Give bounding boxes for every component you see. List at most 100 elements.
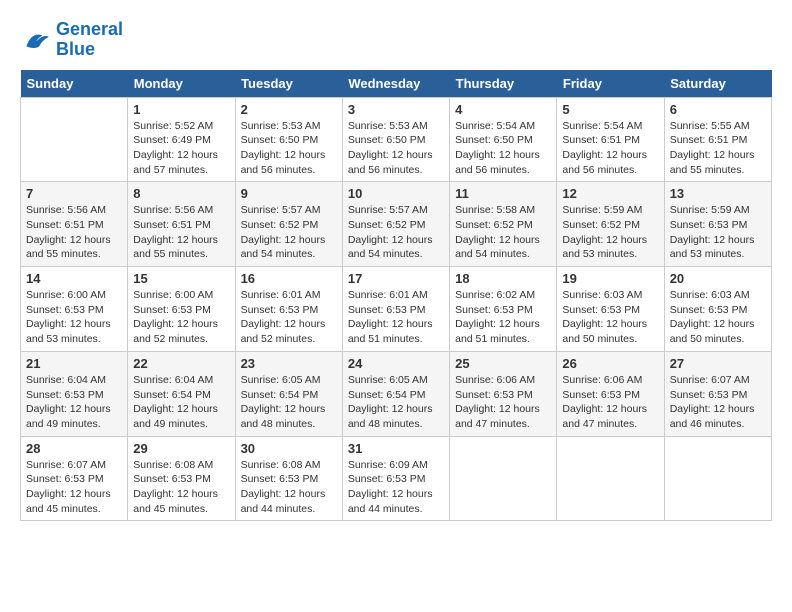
calendar-cell: 15 Sunrise: 6:00 AMSunset: 6:53 PMDayligh… xyxy=(128,267,235,352)
day-info: Sunrise: 6:02 AMSunset: 6:53 PMDaylight:… xyxy=(455,288,551,347)
day-header-sunday: Sunday xyxy=(21,70,128,98)
day-number: 15 xyxy=(133,271,229,286)
day-info: Sunrise: 6:07 AMSunset: 6:53 PMDaylight:… xyxy=(670,373,766,432)
week-row-3: 14 Sunrise: 6:00 AMSunset: 6:53 PMDayligh… xyxy=(21,267,772,352)
day-number: 2 xyxy=(241,102,337,117)
calendar-cell: 22 Sunrise: 6:04 AMSunset: 6:54 PMDayligh… xyxy=(128,351,235,436)
day-info: Sunrise: 5:54 AMSunset: 6:50 PMDaylight:… xyxy=(455,119,551,178)
calendar-cell: 14 Sunrise: 6:00 AMSunset: 6:53 PMDayligh… xyxy=(21,267,128,352)
calendar-cell: 13 Sunrise: 5:59 AMSunset: 6:53 PMDayligh… xyxy=(664,182,771,267)
day-info: Sunrise: 6:09 AMSunset: 6:53 PMDaylight:… xyxy=(348,458,444,517)
header-row: SundayMondayTuesdayWednesdayThursdayFrid… xyxy=(21,70,772,98)
calendar-table: SundayMondayTuesdayWednesdayThursdayFrid… xyxy=(20,70,772,522)
calendar-cell: 10 Sunrise: 5:57 AMSunset: 6:52 PMDayligh… xyxy=(342,182,449,267)
day-number: 27 xyxy=(670,356,766,371)
calendar-cell: 8 Sunrise: 5:56 AMSunset: 6:51 PMDaylight… xyxy=(128,182,235,267)
day-info: Sunrise: 6:08 AMSunset: 6:53 PMDaylight:… xyxy=(133,458,229,517)
page-header: General Blue xyxy=(20,20,772,60)
day-info: Sunrise: 6:05 AMSunset: 6:54 PMDaylight:… xyxy=(348,373,444,432)
day-number: 7 xyxy=(26,186,122,201)
day-number: 22 xyxy=(133,356,229,371)
week-row-1: 1 Sunrise: 5:52 AMSunset: 6:49 PMDaylight… xyxy=(21,97,772,182)
day-info: Sunrise: 6:00 AMSunset: 6:53 PMDaylight:… xyxy=(133,288,229,347)
logo-text: General Blue xyxy=(56,20,123,60)
day-info: Sunrise: 5:57 AMSunset: 6:52 PMDaylight:… xyxy=(348,203,444,262)
day-number: 25 xyxy=(455,356,551,371)
day-number: 30 xyxy=(241,441,337,456)
day-number: 6 xyxy=(670,102,766,117)
calendar-cell xyxy=(21,97,128,182)
day-header-saturday: Saturday xyxy=(664,70,771,98)
day-info: Sunrise: 5:56 AMSunset: 6:51 PMDaylight:… xyxy=(26,203,122,262)
day-number: 28 xyxy=(26,441,122,456)
day-info: Sunrise: 6:03 AMSunset: 6:53 PMDaylight:… xyxy=(562,288,658,347)
day-number: 17 xyxy=(348,271,444,286)
calendar-cell: 6Sunrise: 5:55 AMSunset: 6:51 PMDaylight… xyxy=(664,97,771,182)
calendar-cell: 2 Sunrise: 5:53 AMSunset: 6:50 PMDaylight… xyxy=(235,97,342,182)
day-info: Sunrise: 6:08 AMSunset: 6:53 PMDaylight:… xyxy=(241,458,337,517)
day-info: Sunrise: 5:59 AMSunset: 6:52 PMDaylight:… xyxy=(562,203,658,262)
day-header-thursday: Thursday xyxy=(450,70,557,98)
day-info: Sunrise: 6:06 AMSunset: 6:53 PMDaylight:… xyxy=(455,373,551,432)
day-number: 10 xyxy=(348,186,444,201)
day-number: 13 xyxy=(670,186,766,201)
day-number: 21 xyxy=(26,356,122,371)
day-info: Sunrise: 6:00 AMSunset: 6:53 PMDaylight:… xyxy=(26,288,122,347)
day-header-tuesday: Tuesday xyxy=(235,70,342,98)
calendar-cell: 28 Sunrise: 6:07 AMSunset: 6:53 PMDayligh… xyxy=(21,436,128,521)
day-number: 24 xyxy=(348,356,444,371)
calendar-cell: 20Sunrise: 6:03 AMSunset: 6:53 PMDayligh… xyxy=(664,267,771,352)
day-number: 14 xyxy=(26,271,122,286)
day-number: 18 xyxy=(455,271,551,286)
calendar-cell: 4Sunrise: 5:54 AMSunset: 6:50 PMDaylight… xyxy=(450,97,557,182)
calendar-cell xyxy=(557,436,664,521)
day-info: Sunrise: 6:05 AMSunset: 6:54 PMDaylight:… xyxy=(241,373,337,432)
day-header-monday: Monday xyxy=(128,70,235,98)
day-number: 26 xyxy=(562,356,658,371)
day-info: Sunrise: 6:04 AMSunset: 6:54 PMDaylight:… xyxy=(133,373,229,432)
day-number: 19 xyxy=(562,271,658,286)
day-info: Sunrise: 5:57 AMSunset: 6:52 PMDaylight:… xyxy=(241,203,337,262)
calendar-cell: 31 Sunrise: 6:09 AMSunset: 6:53 PMDayligh… xyxy=(342,436,449,521)
calendar-cell: 5Sunrise: 5:54 AMSunset: 6:51 PMDaylight… xyxy=(557,97,664,182)
day-info: Sunrise: 6:01 AMSunset: 6:53 PMDaylight:… xyxy=(348,288,444,347)
day-number: 23 xyxy=(241,356,337,371)
day-info: Sunrise: 6:07 AMSunset: 6:53 PMDaylight:… xyxy=(26,458,122,517)
calendar-cell: 21 Sunrise: 6:04 AMSunset: 6:53 PMDayligh… xyxy=(21,351,128,436)
day-header-friday: Friday xyxy=(557,70,664,98)
logo: General Blue xyxy=(20,20,123,60)
day-number: 31 xyxy=(348,441,444,456)
day-number: 5 xyxy=(562,102,658,117)
logo-icon xyxy=(20,24,52,56)
calendar-cell: 24 Sunrise: 6:05 AMSunset: 6:54 PMDayligh… xyxy=(342,351,449,436)
day-info: Sunrise: 6:06 AMSunset: 6:53 PMDaylight:… xyxy=(562,373,658,432)
day-info: Sunrise: 5:52 AMSunset: 6:49 PMDaylight:… xyxy=(133,119,229,178)
calendar-cell: 29Sunrise: 6:08 AMSunset: 6:53 PMDayligh… xyxy=(128,436,235,521)
day-info: Sunrise: 6:03 AMSunset: 6:53 PMDaylight:… xyxy=(670,288,766,347)
calendar-cell: 25 Sunrise: 6:06 AMSunset: 6:53 PMDayligh… xyxy=(450,351,557,436)
calendar-cell: 9 Sunrise: 5:57 AMSunset: 6:52 PMDaylight… xyxy=(235,182,342,267)
calendar-cell: 16Sunrise: 6:01 AMSunset: 6:53 PMDayligh… xyxy=(235,267,342,352)
day-number: 9 xyxy=(241,186,337,201)
day-number: 11 xyxy=(455,186,551,201)
calendar-cell: 18 Sunrise: 6:02 AMSunset: 6:53 PMDayligh… xyxy=(450,267,557,352)
day-info: Sunrise: 5:56 AMSunset: 6:51 PMDaylight:… xyxy=(133,203,229,262)
calendar-cell: 17 Sunrise: 6:01 AMSunset: 6:53 PMDayligh… xyxy=(342,267,449,352)
calendar-cell: 12Sunrise: 5:59 AMSunset: 6:52 PMDayligh… xyxy=(557,182,664,267)
day-info: Sunrise: 5:59 AMSunset: 6:53 PMDaylight:… xyxy=(670,203,766,262)
week-row-2: 7 Sunrise: 5:56 AMSunset: 6:51 PMDaylight… xyxy=(21,182,772,267)
day-number: 16 xyxy=(241,271,337,286)
calendar-cell: 30 Sunrise: 6:08 AMSunset: 6:53 PMDayligh… xyxy=(235,436,342,521)
calendar-cell: 3Sunrise: 5:53 AMSunset: 6:50 PMDaylight… xyxy=(342,97,449,182)
calendar-cell: 11Sunrise: 5:58 AMSunset: 6:52 PMDayligh… xyxy=(450,182,557,267)
calendar-cell: 19 Sunrise: 6:03 AMSunset: 6:53 PMDayligh… xyxy=(557,267,664,352)
calendar-cell: 27 Sunrise: 6:07 AMSunset: 6:53 PMDayligh… xyxy=(664,351,771,436)
day-info: Sunrise: 6:04 AMSunset: 6:53 PMDaylight:… xyxy=(26,373,122,432)
day-number: 3 xyxy=(348,102,444,117)
day-number: 8 xyxy=(133,186,229,201)
day-number: 1 xyxy=(133,102,229,117)
calendar-cell: 1 Sunrise: 5:52 AMSunset: 6:49 PMDaylight… xyxy=(128,97,235,182)
calendar-cell xyxy=(664,436,771,521)
day-info: Sunrise: 5:53 AMSunset: 6:50 PMDaylight:… xyxy=(241,119,337,178)
calendar-cell: 26 Sunrise: 6:06 AMSunset: 6:53 PMDayligh… xyxy=(557,351,664,436)
